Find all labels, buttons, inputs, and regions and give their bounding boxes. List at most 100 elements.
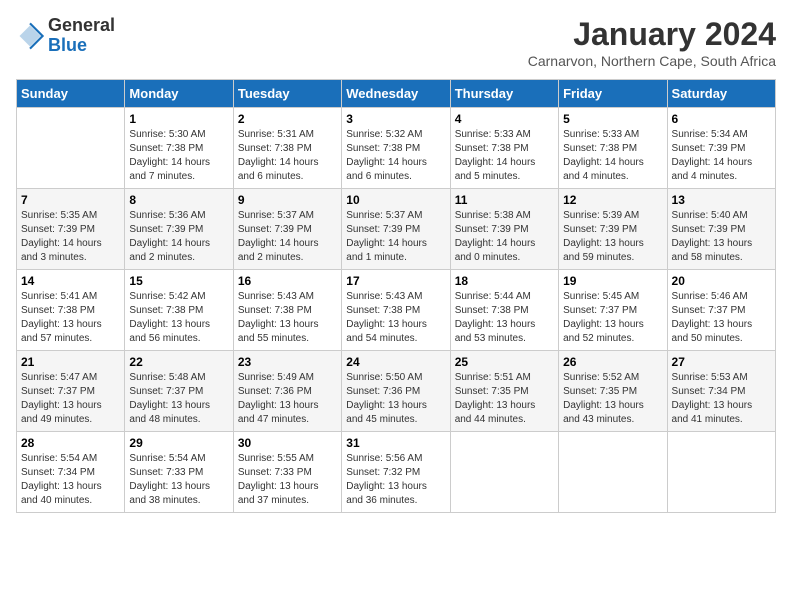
calendar-week-5: 28 Sunrise: 5:54 AM Sunset: 7:34 PM Dayli… (17, 432, 776, 513)
cell-sun-info: Sunrise: 5:33 AM Sunset: 7:38 PM Dayligh… (455, 128, 554, 184)
calendar-cell: 28 Sunrise: 5:54 AM Sunset: 7:34 PM Dayli… (17, 432, 125, 513)
cell-sun-info: Sunrise: 5:39 AM Sunset: 7:39 PM Dayligh… (563, 209, 662, 265)
weekday-header-sunday: Sunday (17, 80, 125, 108)
cell-date-number: 31 (346, 436, 445, 450)
cell-date-number: 10 (346, 193, 445, 207)
calendar-cell: 17 Sunrise: 5:43 AM Sunset: 7:38 PM Dayli… (342, 270, 450, 351)
cell-sun-info: Sunrise: 5:34 AM Sunset: 7:39 PM Dayligh… (672, 128, 771, 184)
calendar-cell: 18 Sunrise: 5:44 AM Sunset: 7:38 PM Dayli… (450, 270, 558, 351)
logo-blue-text: Blue (48, 35, 87, 55)
calendar-cell: 16 Sunrise: 5:43 AM Sunset: 7:38 PM Dayli… (233, 270, 341, 351)
cell-sun-info: Sunrise: 5:55 AM Sunset: 7:33 PM Dayligh… (238, 452, 337, 508)
calendar-cell: 22 Sunrise: 5:48 AM Sunset: 7:37 PM Dayli… (125, 351, 233, 432)
calendar-cell: 14 Sunrise: 5:41 AM Sunset: 7:38 PM Dayli… (17, 270, 125, 351)
cell-date-number: 22 (129, 355, 228, 369)
cell-date-number: 28 (21, 436, 120, 450)
cell-date-number: 23 (238, 355, 337, 369)
cell-sun-info: Sunrise: 5:53 AM Sunset: 7:34 PM Dayligh… (672, 371, 771, 427)
calendar-week-3: 14 Sunrise: 5:41 AM Sunset: 7:38 PM Dayli… (17, 270, 776, 351)
cell-sun-info: Sunrise: 5:54 AM Sunset: 7:34 PM Dayligh… (21, 452, 120, 508)
calendar-title: January 2024 (528, 16, 776, 53)
calendar-cell: 25 Sunrise: 5:51 AM Sunset: 7:35 PM Dayli… (450, 351, 558, 432)
cell-date-number: 4 (455, 112, 554, 126)
cell-sun-info: Sunrise: 5:52 AM Sunset: 7:35 PM Dayligh… (563, 371, 662, 427)
cell-sun-info: Sunrise: 5:49 AM Sunset: 7:36 PM Dayligh… (238, 371, 337, 427)
cell-sun-info: Sunrise: 5:30 AM Sunset: 7:38 PM Dayligh… (129, 128, 228, 184)
cell-date-number: 2 (238, 112, 337, 126)
calendar-cell: 26 Sunrise: 5:52 AM Sunset: 7:35 PM Dayli… (559, 351, 667, 432)
title-section: January 2024 Carnarvon, Northern Cape, S… (528, 16, 776, 69)
weekday-row: SundayMondayTuesdayWednesdayThursdayFrid… (17, 80, 776, 108)
cell-sun-info: Sunrise: 5:54 AM Sunset: 7:33 PM Dayligh… (129, 452, 228, 508)
calendar-cell (667, 432, 775, 513)
cell-date-number: 6 (672, 112, 771, 126)
calendar-cell: 11Sunrise: 5:38 AM Sunset: 7:39 PM Dayli… (450, 189, 558, 270)
calendar-cell (17, 108, 125, 189)
cell-sun-info: Sunrise: 5:43 AM Sunset: 7:38 PM Dayligh… (238, 290, 337, 346)
cell-date-number: 15 (129, 274, 228, 288)
cell-date-number: 14 (21, 274, 120, 288)
cell-date-number: 16 (238, 274, 337, 288)
calendar-cell: 2 Sunrise: 5:31 AM Sunset: 7:38 PM Daylig… (233, 108, 341, 189)
logo: General Blue (16, 16, 115, 56)
calendar-cell: 13 Sunrise: 5:40 AM Sunset: 7:39 PM Dayli… (667, 189, 775, 270)
calendar-body: 1 Sunrise: 5:30 AM Sunset: 7:38 PM Daylig… (17, 108, 776, 513)
cell-date-number: 1 (129, 112, 228, 126)
calendar-table: SundayMondayTuesdayWednesdayThursdayFrid… (16, 79, 776, 513)
calendar-cell (450, 432, 558, 513)
cell-date-number: 21 (21, 355, 120, 369)
weekday-header-tuesday: Tuesday (233, 80, 341, 108)
cell-date-number: 17 (346, 274, 445, 288)
calendar-cell: 1 Sunrise: 5:30 AM Sunset: 7:38 PM Daylig… (125, 108, 233, 189)
logo-general-text: General (48, 15, 115, 35)
cell-sun-info: Sunrise: 5:32 AM Sunset: 7:38 PM Dayligh… (346, 128, 445, 184)
page-header: General Blue January 2024 Carnarvon, Nor… (16, 16, 776, 69)
cell-date-number: 8 (129, 193, 228, 207)
cell-date-number: 7 (21, 193, 120, 207)
cell-sun-info: Sunrise: 5:36 AM Sunset: 7:39 PM Dayligh… (129, 209, 228, 265)
cell-date-number: 18 (455, 274, 554, 288)
cell-date-number: 29 (129, 436, 228, 450)
logo-icon (16, 22, 44, 50)
cell-date-number: 27 (672, 355, 771, 369)
calendar-cell: 23 Sunrise: 5:49 AM Sunset: 7:36 PM Dayli… (233, 351, 341, 432)
calendar-week-1: 1 Sunrise: 5:30 AM Sunset: 7:38 PM Daylig… (17, 108, 776, 189)
calendar-cell: 20Sunrise: 5:46 AM Sunset: 7:37 PM Dayli… (667, 270, 775, 351)
weekday-header-saturday: Saturday (667, 80, 775, 108)
cell-sun-info: Sunrise: 5:42 AM Sunset: 7:38 PM Dayligh… (129, 290, 228, 346)
cell-sun-info: Sunrise: 5:45 AM Sunset: 7:37 PM Dayligh… (563, 290, 662, 346)
cell-sun-info: Sunrise: 5:56 AM Sunset: 7:32 PM Dayligh… (346, 452, 445, 508)
cell-date-number: 3 (346, 112, 445, 126)
weekday-header-thursday: Thursday (450, 80, 558, 108)
calendar-cell: 19 Sunrise: 5:45 AM Sunset: 7:37 PM Dayli… (559, 270, 667, 351)
calendar-subtitle: Carnarvon, Northern Cape, South Africa (528, 53, 776, 69)
calendar-cell: 21 Sunrise: 5:47 AM Sunset: 7:37 PM Dayli… (17, 351, 125, 432)
calendar-cell (559, 432, 667, 513)
cell-sun-info: Sunrise: 5:43 AM Sunset: 7:38 PM Dayligh… (346, 290, 445, 346)
calendar-cell: 24Sunrise: 5:50 AM Sunset: 7:36 PM Dayli… (342, 351, 450, 432)
cell-date-number: 5 (563, 112, 662, 126)
calendar-cell: 27 Sunrise: 5:53 AM Sunset: 7:34 PM Dayli… (667, 351, 775, 432)
cell-sun-info: Sunrise: 5:48 AM Sunset: 7:37 PM Dayligh… (129, 371, 228, 427)
calendar-cell: 7 Sunrise: 5:35 AM Sunset: 7:39 PM Daylig… (17, 189, 125, 270)
cell-date-number: 11 (455, 193, 554, 207)
cell-date-number: 25 (455, 355, 554, 369)
cell-sun-info: Sunrise: 5:44 AM Sunset: 7:38 PM Dayligh… (455, 290, 554, 346)
calendar-header: SundayMondayTuesdayWednesdayThursdayFrid… (17, 80, 776, 108)
calendar-cell: 9 Sunrise: 5:37 AM Sunset: 7:39 PM Daylig… (233, 189, 341, 270)
cell-sun-info: Sunrise: 5:37 AM Sunset: 7:39 PM Dayligh… (238, 209, 337, 265)
cell-date-number: 26 (563, 355, 662, 369)
cell-date-number: 24 (346, 355, 445, 369)
cell-date-number: 19 (563, 274, 662, 288)
cell-sun-info: Sunrise: 5:41 AM Sunset: 7:38 PM Dayligh… (21, 290, 120, 346)
cell-sun-info: Sunrise: 5:51 AM Sunset: 7:35 PM Dayligh… (455, 371, 554, 427)
cell-date-number: 13 (672, 193, 771, 207)
cell-sun-info: Sunrise: 5:47 AM Sunset: 7:37 PM Dayligh… (21, 371, 120, 427)
cell-date-number: 20 (672, 274, 771, 288)
weekday-header-friday: Friday (559, 80, 667, 108)
cell-sun-info: Sunrise: 5:35 AM Sunset: 7:39 PM Dayligh… (21, 209, 120, 265)
calendar-cell: 3 Sunrise: 5:32 AM Sunset: 7:38 PM Daylig… (342, 108, 450, 189)
cell-date-number: 9 (238, 193, 337, 207)
cell-sun-info: Sunrise: 5:31 AM Sunset: 7:38 PM Dayligh… (238, 128, 337, 184)
cell-sun-info: Sunrise: 5:40 AM Sunset: 7:39 PM Dayligh… (672, 209, 771, 265)
